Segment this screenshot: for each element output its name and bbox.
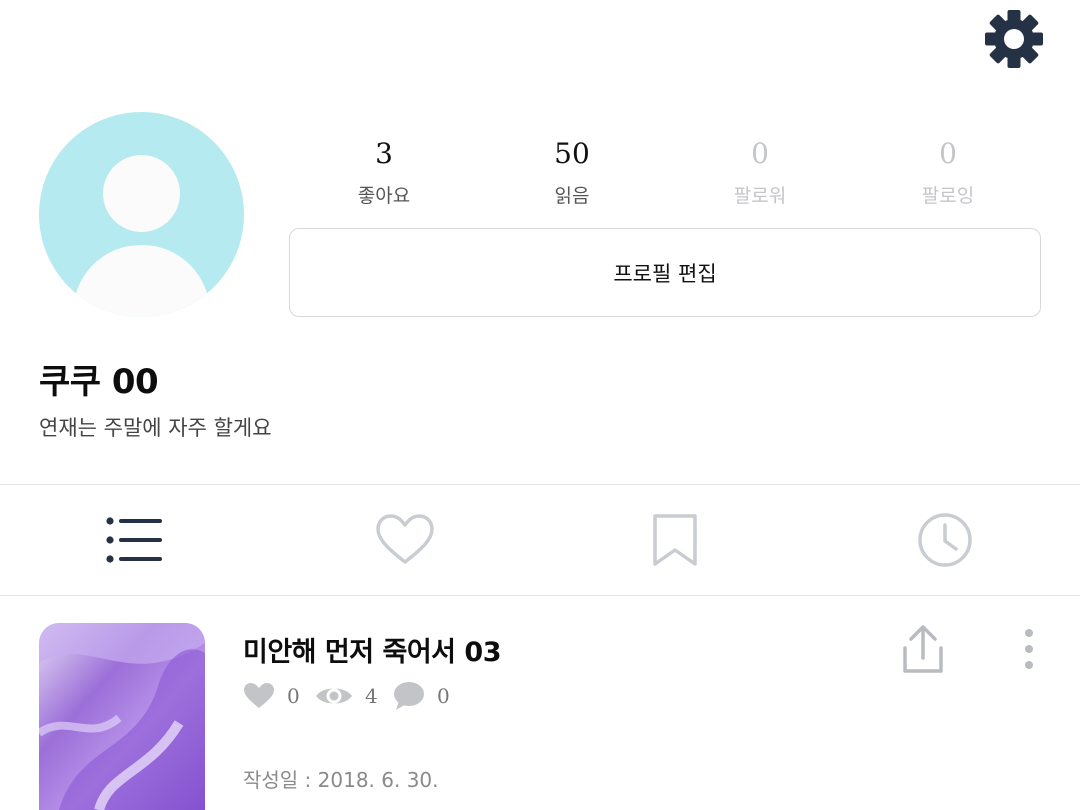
stat-followers-label: 팔로워: [733, 185, 787, 207]
share-icon: [903, 625, 943, 673]
share-button[interactable]: [898, 624, 948, 676]
more-options-button[interactable]: [1014, 624, 1044, 676]
post-likes-count: 0: [287, 684, 300, 708]
avatar-body: [73, 245, 210, 317]
post-views-count: 4: [365, 684, 378, 708]
stat-reads[interactable]: 50 읽음: [502, 136, 642, 210]
stat-following-value: 0: [939, 137, 957, 170]
post-comments: 0: [393, 680, 450, 712]
list-icon: [106, 517, 162, 563]
heart-icon: [376, 514, 434, 564]
stat-reads-label: 읽음: [554, 185, 590, 207]
stat-followers[interactable]: 0 팔로워: [690, 136, 830, 210]
stat-following[interactable]: 0 팔로잉: [878, 136, 1018, 210]
stat-likes-label: 좋아요: [357, 185, 411, 207]
post-date: 작성일 : 2018. 6. 30.: [243, 768, 439, 792]
gear-icon: [985, 10, 1043, 68]
tab-likes[interactable]: [270, 486, 540, 594]
profile-name: 쿠쿠 00: [39, 362, 159, 402]
tab-list[interactable]: [0, 486, 270, 594]
tab-history[interactable]: [810, 486, 1080, 594]
eye-icon: [316, 688, 352, 704]
post-title[interactable]: 미안해 먼저 죽어서 03: [243, 630, 502, 669]
stat-reads-value: 50: [554, 137, 590, 170]
stat-followers-value: 0: [751, 137, 769, 170]
profile-bio: 연재는 주말에 자주 할게요: [39, 416, 272, 440]
avatar-head: [103, 155, 180, 232]
post-cover-image: [39, 623, 205, 810]
stat-likes-value: 3: [375, 137, 393, 170]
settings-button[interactable]: [982, 7, 1046, 71]
stat-following-label: 팔로잉: [921, 185, 975, 207]
more-vertical-icon: [1025, 629, 1033, 669]
divider: [0, 484, 1080, 485]
clock-icon: [918, 513, 972, 567]
post-comments-count: 0: [437, 684, 450, 708]
heart-icon: [244, 683, 274, 708]
stat-likes[interactable]: 3 좋아요: [314, 136, 454, 210]
bookmark-icon: [653, 514, 697, 566]
post-views: 4: [315, 680, 378, 712]
post-likes: 0: [243, 680, 300, 712]
post-thumbnail[interactable]: [39, 623, 205, 810]
edit-profile-button[interactable]: 프로필 편집: [289, 228, 1041, 317]
comment-icon: [394, 682, 424, 710]
divider: [0, 595, 1080, 596]
tab-bookmarks[interactable]: [540, 486, 810, 594]
avatar[interactable]: [39, 112, 244, 317]
